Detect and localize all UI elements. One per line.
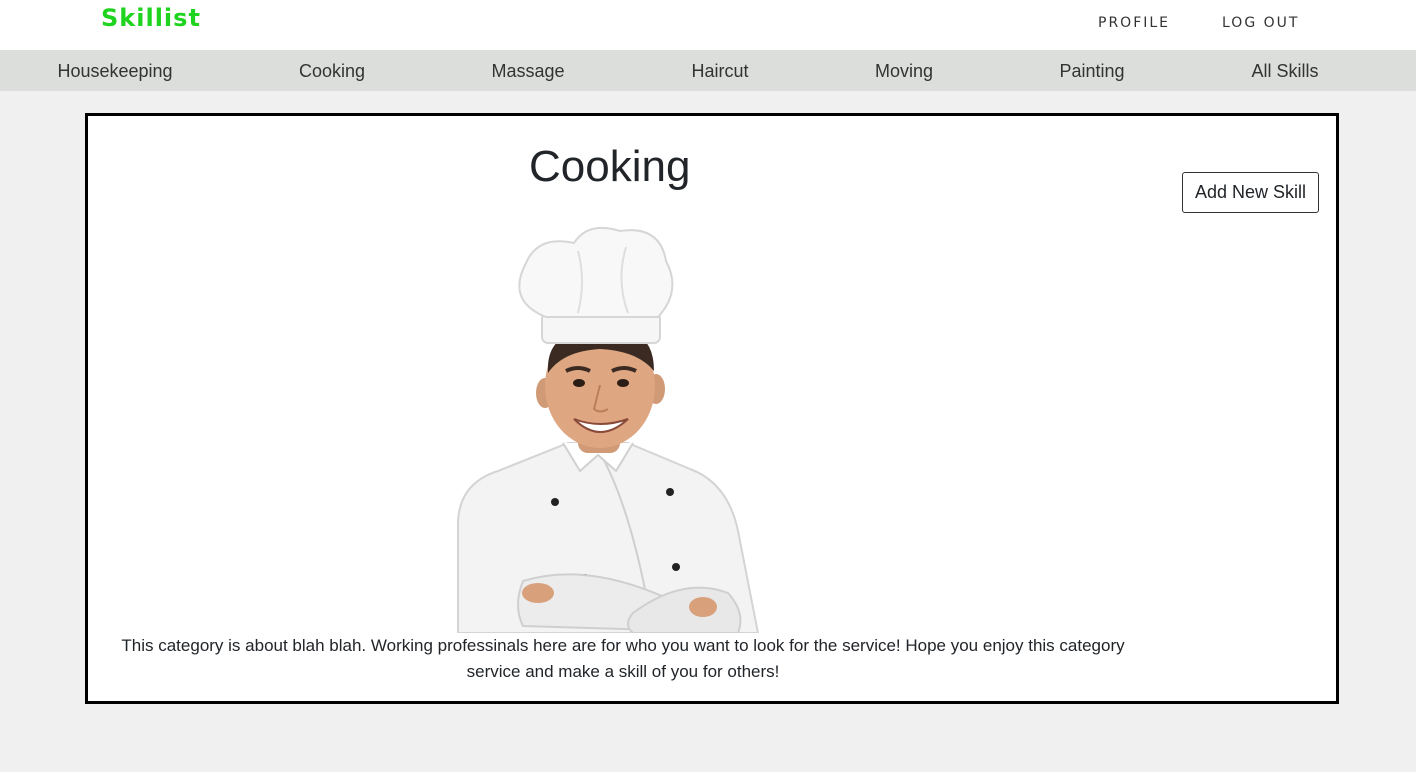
category-housekeeping[interactable]: Housekeeping: [57, 61, 172, 82]
profile-link[interactable]: PROFILE: [1098, 15, 1170, 31]
chef-image: [457, 227, 760, 633]
category-moving[interactable]: Moving: [875, 61, 933, 82]
category-haircut[interactable]: Haircut: [691, 61, 748, 82]
category-painting[interactable]: Painting: [1059, 61, 1124, 82]
logo[interactable]: Skillist: [101, 4, 201, 32]
top-bar: Skillist PROFILE LOG OUT: [0, 0, 1416, 50]
category-description: This category is about blah blah. Workin…: [121, 636, 1125, 681]
category-massage[interactable]: Massage: [491, 61, 564, 82]
page-title: Cooking: [529, 142, 691, 191]
category-all-skills[interactable]: All Skills: [1251, 61, 1318, 82]
logout-link[interactable]: LOG OUT: [1222, 15, 1299, 31]
category-nav: Housekeeping Cooking Massage Haircut Mov…: [0, 50, 1416, 91]
add-new-skill-button[interactable]: Add New Skill: [1182, 172, 1319, 213]
category-card: Cooking Add New Skill This category is a…: [85, 113, 1339, 704]
category-cooking[interactable]: Cooking: [299, 61, 365, 82]
